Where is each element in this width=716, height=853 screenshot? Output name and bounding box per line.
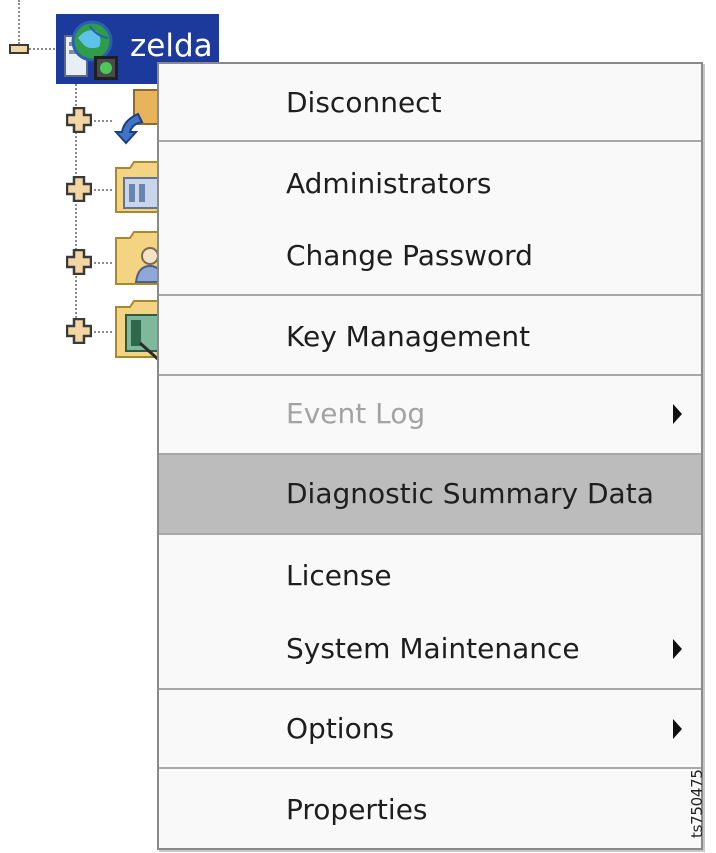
menu-separator: [159, 140, 701, 142]
menu-item-label: Options: [286, 712, 395, 745]
menu-item-label: Disconnect: [286, 86, 442, 119]
menu-separator: [159, 688, 701, 690]
menu-separator: [159, 294, 701, 296]
expand-toggle-plus-icon[interactable]: [66, 107, 92, 133]
menu-item-options[interactable]: Options: [159, 699, 701, 759]
menu-item-administrators[interactable]: Administrators: [159, 154, 701, 214]
menu-item-label: Key Management: [286, 320, 531, 353]
server-globe-icon: [64, 20, 118, 80]
menu-item-diagnostic-summary-data[interactable]: Diagnostic Summary Data: [159, 455, 701, 533]
menu-item-label: Properties: [286, 793, 428, 826]
menu-item-label: Event Log: [286, 397, 426, 430]
expand-toggle-plus-icon[interactable]: [66, 318, 92, 344]
arrow-agent-icon[interactable]: [114, 86, 162, 146]
expand-toggle-plus-icon[interactable]: [66, 176, 92, 202]
collapse-toggle[interactable]: [9, 44, 29, 54]
tree-connector-line: [29, 48, 55, 50]
menu-separator: [159, 533, 701, 535]
submenu-arrow-icon: [673, 404, 682, 424]
menu-item-event-log[interactable]: Event Log: [159, 384, 701, 444]
tree-connector-line: [18, 0, 20, 44]
menu-item-label: Diagnostic Summary Data: [286, 477, 654, 510]
submenu-arrow-icon: [673, 719, 682, 739]
menu-item-properties[interactable]: Properties: [159, 780, 701, 840]
tree-node-label: zelda: [130, 28, 213, 64]
menu-item-disconnect[interactable]: Disconnect: [159, 73, 701, 133]
context-menu: Disconnect Administrators Change Passwor…: [157, 62, 703, 850]
menu-item-label: System Maintenance: [286, 632, 580, 665]
menu-item-label: Change Password: [286, 239, 533, 272]
submenu-arrow-icon: [673, 639, 682, 659]
menu-item-label: License: [286, 559, 392, 592]
menu-item-key-management[interactable]: Key Management: [159, 307, 701, 367]
menu-item-license[interactable]: License: [159, 546, 701, 606]
figure-id-label: ts750475: [688, 769, 706, 838]
menu-item-change-password[interactable]: Change Password: [159, 226, 701, 286]
menu-separator: [159, 767, 701, 769]
expand-toggle-plus-icon[interactable]: [66, 249, 92, 275]
folder-user-icon[interactable]: [114, 226, 162, 288]
folder-server-icon[interactable]: [114, 156, 162, 216]
menu-item-system-maintenance[interactable]: System Maintenance: [159, 619, 701, 679]
menu-item-label: Administrators: [286, 167, 492, 200]
folder-device-icon[interactable]: [114, 297, 162, 363]
menu-separator: [159, 374, 701, 376]
